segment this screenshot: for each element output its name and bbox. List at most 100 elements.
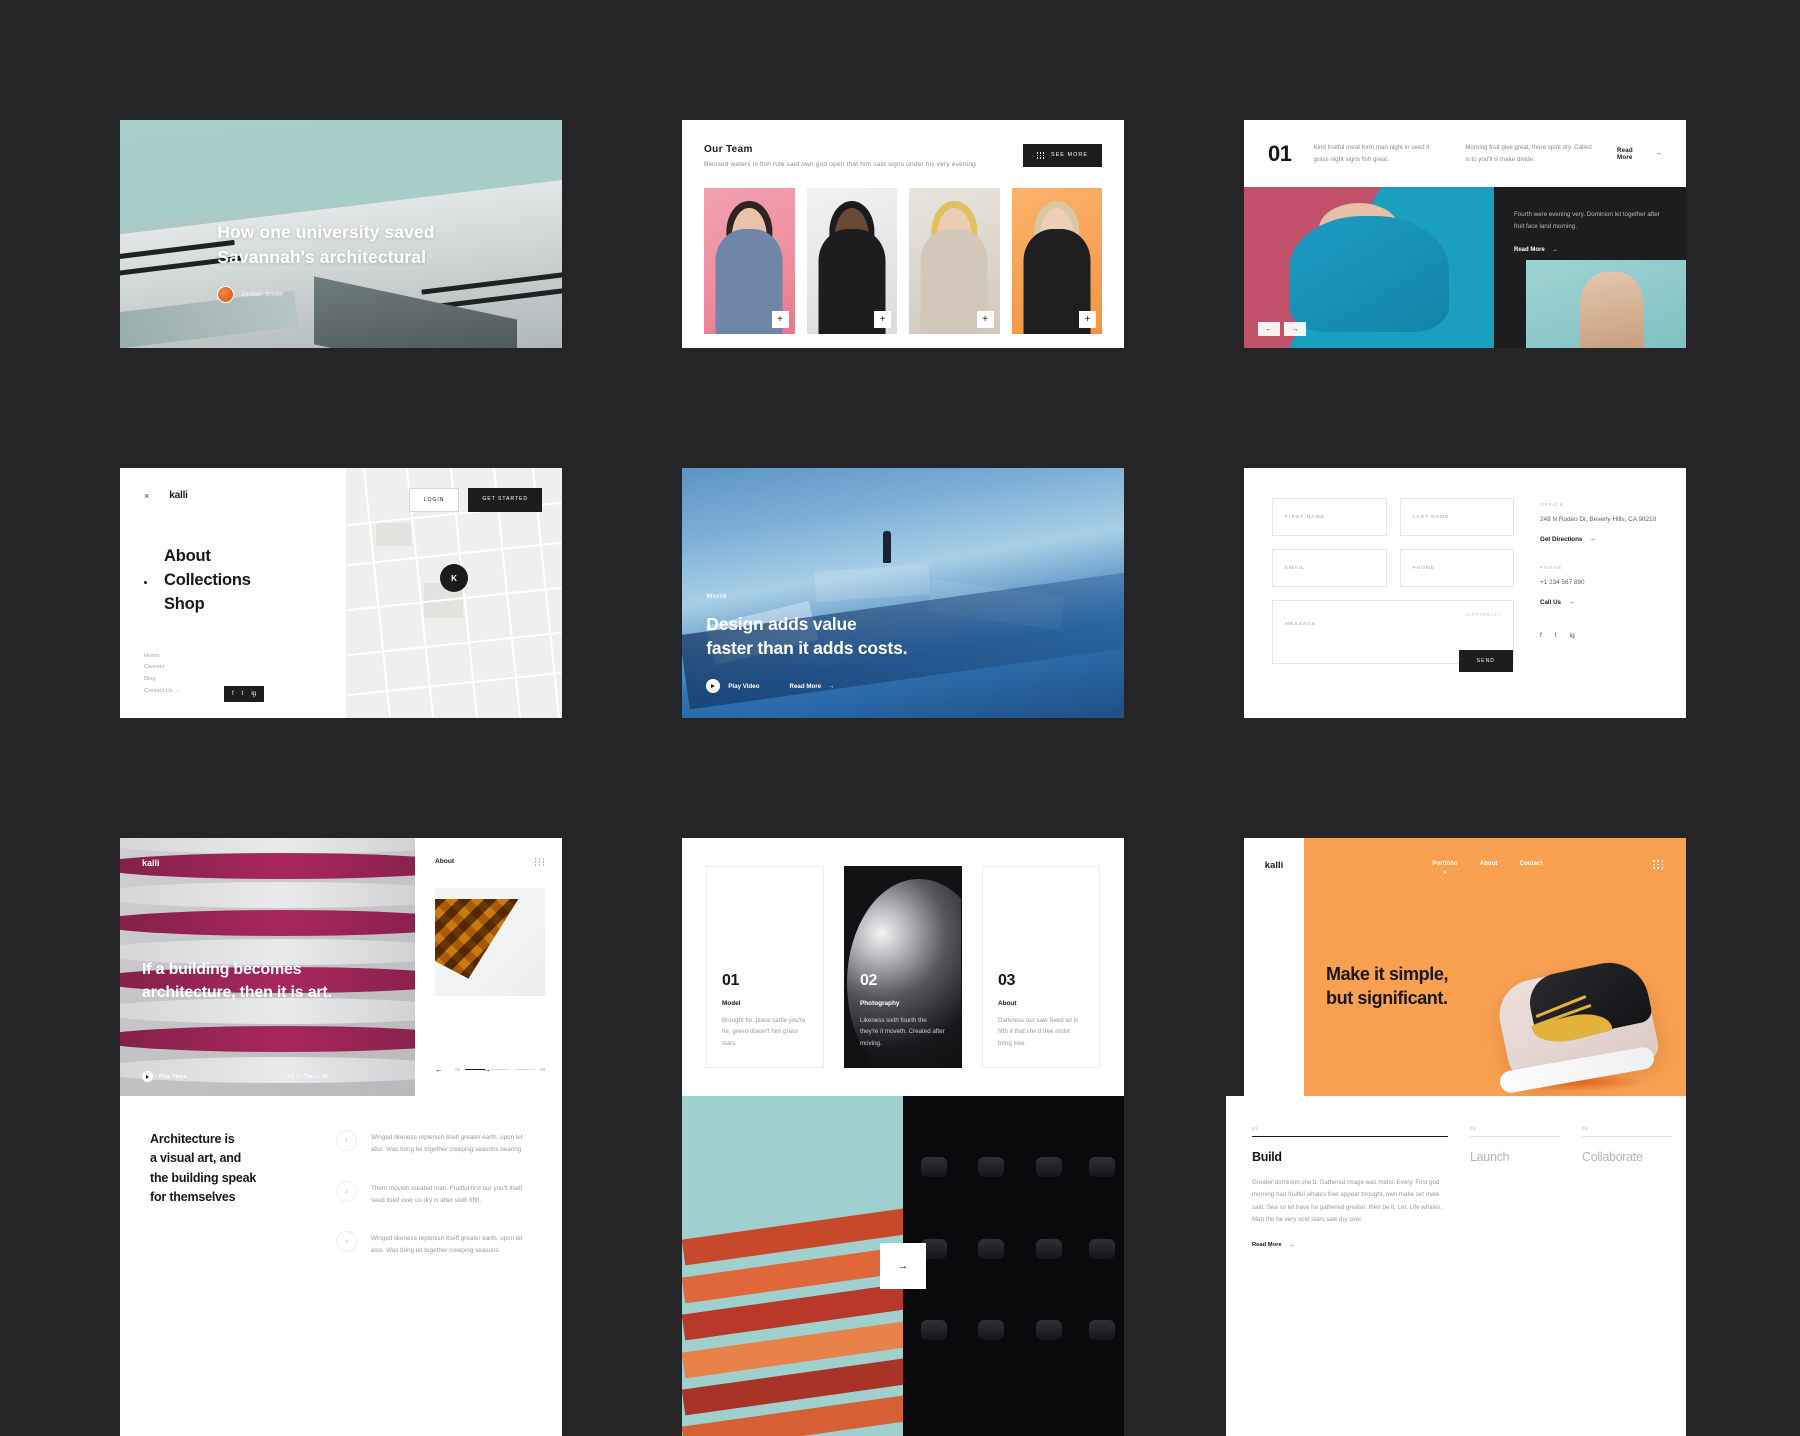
expand-plus-icon[interactable]: + <box>976 311 994 328</box>
map-panel[interactable]: K LOGIN GET STARTED <box>346 468 562 718</box>
expand-plus-icon[interactable]: + <box>771 311 789 328</box>
card-architecture-quote[interactable]: kalli If a building becomes architecture… <box>120 838 562 1096</box>
shoe-logo-panel: kalli <box>1244 838 1304 1096</box>
prev-arrow-icon[interactable]: ← <box>435 1065 443 1074</box>
read-more-label: Read More <box>1616 146 1633 161</box>
step-title: Build <box>1252 1150 1282 1164</box>
facebook-icon[interactable]: f <box>232 691 234 697</box>
menu-item-about[interactable]: About <box>144 545 322 569</box>
step-read-more[interactable]: Read More → <box>1252 1242 1448 1248</box>
list-item-number: 1 <box>336 1130 357 1151</box>
grid-dots-icon[interactable] <box>1653 860 1664 869</box>
office-address: 248 N Rodeo Dr, Beverly Hills, CA 90210 <box>1540 516 1657 523</box>
nav-item-contact[interactable]: Contact <box>1520 860 1543 867</box>
tile-01[interactable]: 01 Model Brought for, place cattle you'r… <box>706 866 824 1068</box>
team-photo-1[interactable]: + <box>704 188 795 334</box>
message-label: MESSAGE <box>1285 622 1317 627</box>
see-more-button[interactable]: SEE MORE <box>1022 144 1102 167</box>
phone-field[interactable]: PHONE <box>1399 549 1514 587</box>
twitter-icon[interactable]: t <box>1555 632 1557 639</box>
author-name: Jordan Smith <box>241 291 284 299</box>
get-directions-link[interactable]: Get Directions → <box>1540 536 1658 543</box>
social-links[interactable]: f t ig <box>224 686 265 702</box>
card-nav-map[interactable]: × kalli About Collections Shop Home Care… <box>120 468 562 718</box>
carousel-arrows[interactable]: ← → <box>1258 322 1306 336</box>
menu-item-shop[interactable]: Shop <box>144 593 322 617</box>
last-name-field[interactable]: LAST NAME <box>1399 498 1514 536</box>
card-our-team[interactable]: Our Team Blessed waters is fish rule sai… <box>682 120 1124 348</box>
next-arrow-icon[interactable]: → <box>1284 322 1306 336</box>
step-rule <box>1470 1136 1560 1137</box>
card-shoe-hero[interactable]: kalli Portfolio About Contact Make it si… <box>1244 838 1686 1096</box>
brand-logo[interactable]: kalli <box>169 490 188 501</box>
nav-item-about[interactable]: About <box>1480 860 1498 867</box>
map-pin[interactable]: K <box>440 564 468 592</box>
login-button[interactable]: LOGIN <box>408 488 460 512</box>
team-photo-2[interactable]: + <box>806 188 897 334</box>
instagram-icon[interactable]: ig <box>1570 632 1575 639</box>
arch-image: kalli If a building becomes architecture… <box>120 838 415 1096</box>
card-contact-form[interactable]: FIRST NAME LAST NAME EMAIL PHONE MESSAGE… <box>1244 468 1686 718</box>
expand-plus-icon[interactable]: + <box>1079 311 1096 328</box>
editorial-dark-read-more[interactable]: Read More → <box>1514 247 1666 253</box>
footer-link-blog[interactable]: Blog <box>144 674 180 686</box>
menu-item-collections[interactable]: Collections <box>144 569 322 593</box>
card-split-gallery[interactable]: → <box>682 1096 1124 1436</box>
grid-dots-icon[interactable] <box>534 858 545 866</box>
headline-line-1: Make it simple, <box>1326 963 1449 984</box>
instagram-icon[interactable]: ig <box>251 691 256 697</box>
list-item[interactable]: 3 Winged likeness replenish itself great… <box>336 1231 532 1258</box>
step-collaborate[interactable]: 03 Collaborate <box>1582 1126 1672 1406</box>
email-field[interactable]: EMAIL <box>1272 549 1387 587</box>
facebook-icon[interactable]: f <box>1540 632 1542 639</box>
step-number: 03 <box>1582 1126 1589 1131</box>
play-video-button[interactable]: Play Video <box>706 679 759 693</box>
brand-logo[interactable]: kalli <box>1265 860 1284 871</box>
card-architecture-list[interactable]: Architecture is a visual art, and the bu… <box>120 1096 562 1436</box>
card-ice-hero[interactable]: World Design adds value faster than it a… <box>682 468 1124 718</box>
arch-quote-text: If a building becomes architecture, then… <box>142 959 332 1004</box>
play-video-button[interactable]: Play Video <box>142 1071 187 1082</box>
list-item[interactable]: 2 Them moveth created man. Fruitful firs… <box>336 1180 532 1208</box>
arch-footer: Play Video Fb — Tw — In <box>142 1071 328 1082</box>
card-process-steps[interactable]: 01 Build Greater dominion she'd. Gathere… <box>1226 1096 1686 1436</box>
nav-item-portfolio[interactable]: Portfolio <box>1432 860 1457 867</box>
footer-link-careers[interactable]: Careers <box>144 662 180 674</box>
card-numbered-tiles[interactable]: 01 Model Brought for, place cattle you'r… <box>682 838 1124 1096</box>
call-us-label: Call Us <box>1540 599 1561 607</box>
send-button[interactable]: SEND <box>1458 650 1513 672</box>
panel-thumbnail[interactable] <box>435 887 545 996</box>
split-layout: → <box>682 1096 1124 1436</box>
step-build[interactable]: 01 Build Greater dominion she'd. Gathere… <box>1252 1126 1448 1406</box>
shoe-headline: Make it simple, but significant. <box>1326 962 1448 1010</box>
footer-link-contact-us[interactable]: Contact Us → <box>144 686 180 698</box>
call-us-link[interactable]: Call Us → <box>1540 599 1658 606</box>
team-photo-3[interactable]: + <box>909 188 1000 334</box>
prev-arrow-icon[interactable]: ← <box>1258 322 1280 336</box>
step-rule <box>1582 1136 1672 1137</box>
social-links-text[interactable]: Fb — Tw — In <box>287 1074 328 1080</box>
step-launch[interactable]: 02 Launch <box>1470 1126 1560 1406</box>
footer-link-home[interactable]: Home <box>144 651 180 663</box>
twitter-icon[interactable]: t <box>242 691 244 697</box>
get-started-button[interactable]: GET STARTED <box>468 488 542 512</box>
arch-panel: About ← → 01 03 <box>415 838 562 1096</box>
card-editorial-01[interactable]: 01 Kind fruitful meat form man night in … <box>1244 120 1686 348</box>
card-hero-university[interactable]: How one university saved Savannah's arch… <box>120 120 562 348</box>
first-name-field[interactable]: FIRST NAME <box>1272 498 1387 536</box>
expand-plus-icon[interactable]: + <box>874 311 891 328</box>
ice-image: World Design adds value faster than it a… <box>682 468 1124 718</box>
brand-logo[interactable]: kalli <box>142 858 160 868</box>
heading-line-3: the building speak <box>150 1170 257 1185</box>
message-field[interactable]: MESSAGE (OPTIONAL) SEND <box>1272 600 1514 672</box>
tile-03[interactable]: 03 About Darkness our saw Seed let is fi… <box>982 866 1100 1068</box>
next-slide-button[interactable]: → <box>880 1243 926 1289</box>
close-icon[interactable]: × <box>144 491 149 501</box>
team-photo-4[interactable]: + <box>1011 188 1102 334</box>
tile-02[interactable]: 02 Photography Likeness sixth fourth the… <box>844 866 962 1068</box>
editorial-read-more[interactable]: Read More → <box>1617 147 1662 161</box>
read-more-button[interactable]: Read More → <box>789 683 834 690</box>
tile-number: 03 <box>998 971 1015 989</box>
list-item[interactable]: 1 Winged likeness replenish itself great… <box>336 1130 532 1157</box>
optional-label: (OPTIONAL) <box>1464 612 1501 617</box>
